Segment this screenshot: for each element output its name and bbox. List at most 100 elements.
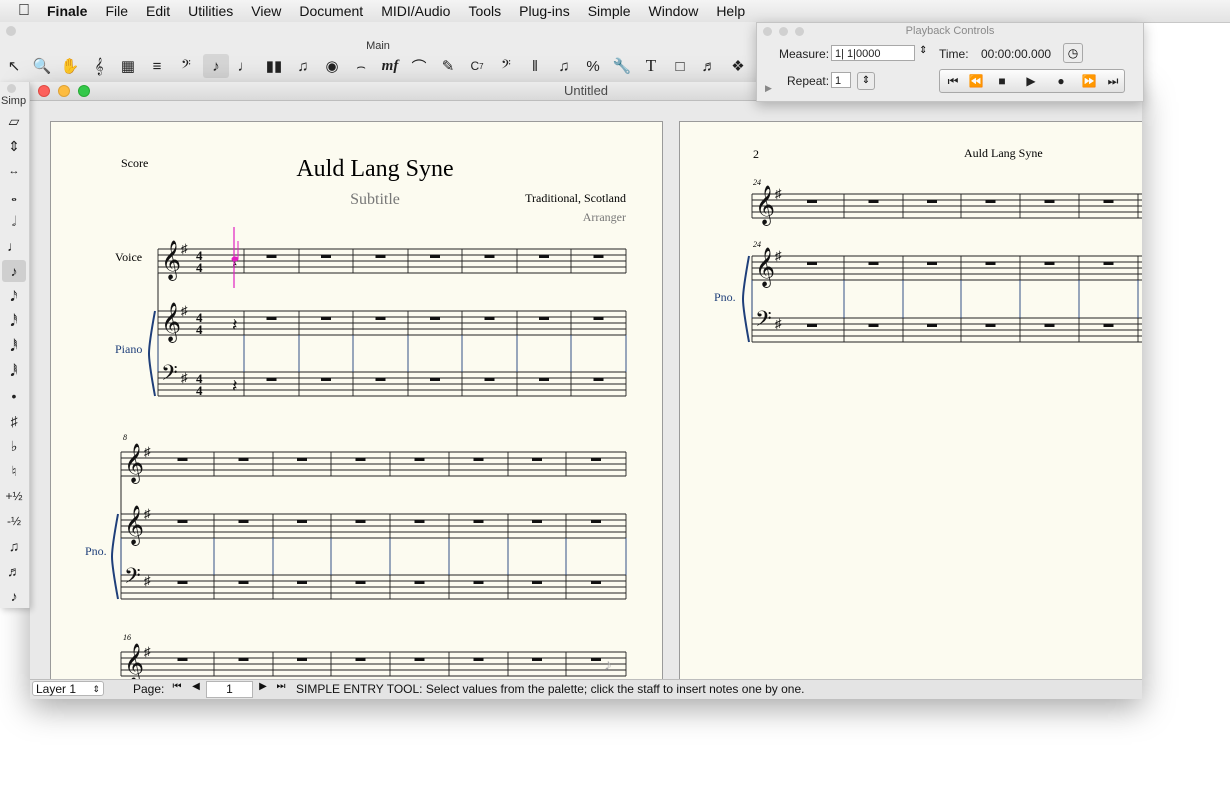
menu-window[interactable]: Window (640, 3, 708, 19)
whole-note-icon[interactable]: 𝅝 (2, 185, 26, 207)
score-page-2[interactable]: 2 Auld Lang Syne Pno. 24 24 𝄞 ♯ 𝄞 ♯ 𝄢 ♯ (679, 121, 1142, 679)
time-signature-icon[interactable]: ≡ (144, 54, 170, 78)
first-page-icon[interactable]: ⏮ (170, 681, 184, 692)
raise-half-icon[interactable]: +½ (2, 485, 26, 507)
fast-forward-icon[interactable]: ⏩ (1076, 70, 1102, 92)
toolbar-close-icon[interactable] (6, 26, 16, 36)
fast-forward-to-end-icon[interactable]: ⏭ (1100, 70, 1126, 92)
graphics-tool-icon[interactable]: % (580, 54, 606, 78)
menu-simple[interactable]: Simple (579, 3, 640, 19)
lyrics-tool-icon[interactable]: 𝄢 (493, 54, 519, 78)
hand-grabber-icon[interactable]: ✋ (57, 54, 83, 78)
lower-half-icon[interactable]: -½ (2, 510, 26, 532)
next-page-icon[interactable]: ▶ (256, 681, 270, 692)
dot-icon[interactable]: • (2, 385, 26, 407)
whole-rest (266, 378, 277, 381)
page1-music-notation[interactable]: 𝄞 ♯ 44𝄞 ♯ 44𝄢 ♯ 44𝄽𝄽𝄽𝄞 ♯𝄞 ♯𝄢 ♯𝄞 ♯♪ (51, 122, 662, 679)
repeat-tool-icon[interactable]: ✎ (435, 54, 461, 78)
key-signature-icon[interactable]: ▦ (115, 54, 141, 78)
ornament-icon[interactable]: ⌒ (406, 54, 432, 78)
apple-icon[interactable]:  (0, 2, 38, 20)
whole-rest (927, 324, 937, 327)
eighth-note-icon[interactable]: ♪ (2, 260, 26, 282)
score-canvas[interactable]: Score Auld Lang Syne Subtitle Traditiona… (30, 101, 1142, 679)
sixty-fourth-note-icon[interactable]: 𝅘𝅥𝅱 (2, 335, 26, 357)
flat-icon[interactable]: ♭ (2, 435, 26, 457)
eraser-icon[interactable]: ▱ (2, 110, 26, 132)
hyperscribe-icon[interactable]: ▮▮ (261, 54, 287, 78)
tuplet-tool-icon[interactable]: ♫ (290, 54, 316, 78)
clock-icon[interactable]: ◷ (1063, 43, 1083, 63)
whole-rest (473, 581, 484, 584)
clef-tool-icon[interactable]: 𝄢 (173, 54, 199, 78)
natural-icon[interactable]: ♮ (2, 460, 26, 482)
whole-rest (868, 262, 879, 265)
selector-icon[interactable]: ⇕ (2, 135, 26, 157)
play-icon[interactable]: ▶ (1018, 70, 1044, 92)
key-signature-sharp: ♯ (144, 644, 151, 659)
page2-music-notation[interactable]: 𝄞 ♯𝄞 ♯𝄢 ♯ (680, 122, 1142, 679)
ossia-icon[interactable]: ♬ (696, 54, 722, 78)
tie-notes-icon[interactable]: ♫ (2, 535, 26, 557)
menu-document[interactable]: Document (290, 3, 372, 19)
menu-edit[interactable]: Edit (137, 3, 179, 19)
measure-stepper-icon[interactable]: ⇕ (919, 45, 927, 56)
key-signature-sharp: ♯ (144, 444, 151, 459)
sharp-icon[interactable]: ♯ (2, 410, 26, 432)
chord-tool-icon[interactable]: C7 (464, 54, 490, 78)
speedy-entry-icon[interactable]: ♩ (232, 54, 258, 78)
menu-plug-ins[interactable]: Plug-ins (510, 3, 579, 19)
prev-page-icon[interactable]: ◀ (189, 681, 203, 692)
whole-rest (414, 458, 425, 461)
measure-input[interactable]: 1| 1|0000 (831, 45, 915, 61)
simple-entry-icon[interactable]: ♪ (203, 54, 229, 78)
half-note-icon[interactable]: 𝅗𝅥 (2, 210, 26, 232)
score-page-1[interactable]: Score Auld Lang Syne Subtitle Traditiona… (50, 121, 663, 679)
whole-rest (321, 255, 331, 258)
whole-rest (868, 324, 879, 327)
repeat-stepper-icon[interactable]: ⇕ (857, 72, 875, 90)
rewind-icon[interactable]: ⏪ (963, 70, 989, 92)
articulation-icon[interactable]: ⌢ (348, 54, 374, 78)
repeat-input[interactable]: 1 (831, 72, 851, 88)
last-page-icon[interactable]: ⏭ (274, 681, 288, 692)
stop-icon[interactable]: ■ (989, 70, 1015, 92)
whole-rest (539, 317, 549, 320)
quarter-rest: 𝄽 (232, 315, 238, 335)
menu-view[interactable]: View (242, 3, 290, 19)
whole-rest (539, 255, 549, 258)
zoom-tool-icon[interactable]: 🔍 (29, 54, 55, 78)
page-number-input[interactable]: 1 (206, 681, 253, 698)
sixteenth-note-icon[interactable]: 𝅘𝅥𝅯 (2, 285, 26, 307)
text-tool-icon[interactable]: T (638, 54, 664, 78)
selection-tool-icon[interactable]: ↖ (1, 54, 27, 78)
mixer-icon[interactable]: ❖ (725, 54, 751, 78)
whole-rest (177, 658, 188, 661)
menu-tools[interactable]: Tools (459, 3, 510, 19)
mirror-tool-icon[interactable]: ‖ (522, 54, 548, 78)
measure-tool-icon[interactable]: ♫ (551, 54, 577, 78)
staff-tool-icon[interactable]: 𝄞 (86, 54, 112, 78)
palette-close-icon[interactable] (7, 84, 16, 93)
record-icon[interactable]: ● (1048, 70, 1074, 92)
layer-select[interactable]: Layer 1 ⇕ (32, 681, 104, 696)
expand-disclosure-icon[interactable]: ▶ (765, 83, 772, 94)
grace-note-icon[interactable]: ♪ (2, 585, 26, 607)
expression-icon[interactable]: mf (377, 54, 403, 78)
thirty-second-note-icon[interactable]: 𝅘𝅥𝅰 (2, 310, 26, 332)
tuplet-icon[interactable]: ♬ (2, 560, 26, 582)
status-message: SIMPLE ENTRY TOOL: Select values from th… (296, 682, 805, 696)
quarter-note-icon[interactable]: ♩ (2, 235, 26, 257)
smart-shape-icon[interactable]: ◉ (319, 54, 345, 78)
tie-icon[interactable]: ↔ (2, 160, 26, 182)
menu-file[interactable]: File (96, 3, 137, 19)
special-tools-icon[interactable]: 🔧 (609, 54, 635, 78)
one-twenty-eighth-note-icon[interactable]: 𝅘𝅥𝅲 (2, 360, 26, 382)
menu-utilities[interactable]: Utilities (179, 3, 242, 19)
menu-help[interactable]: Help (707, 3, 754, 19)
menu-midi-audio[interactable]: MIDI/Audio (372, 3, 459, 19)
whole-rest (532, 581, 542, 584)
whole-rest (321, 378, 331, 381)
menu-app-finale[interactable]: Finale (38, 3, 96, 19)
page-layout-icon[interactable]: □ (667, 54, 693, 78)
